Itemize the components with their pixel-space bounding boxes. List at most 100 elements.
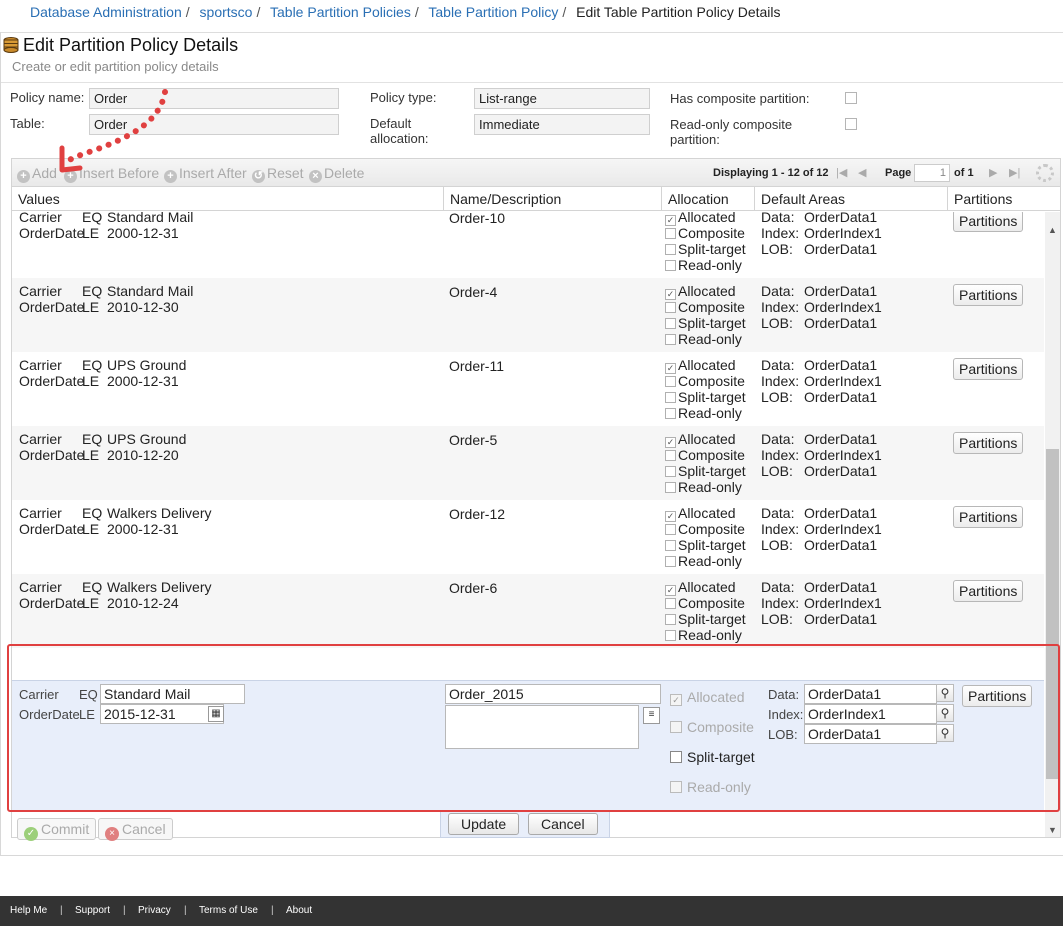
magnifier-icon[interactable]: ⚲ (936, 684, 954, 702)
insert-after-button[interactable]: + Insert After (164, 165, 247, 183)
edit-read-only-label: Read-only (687, 779, 751, 795)
column-header-partitions[interactable]: Partitions (948, 187, 1060, 211)
row-allocated: ✓ Allocated (665, 431, 736, 448)
table-row[interactable]: Carrier EQ Walkers Delivery OrderDate LE 2000… (12, 500, 1044, 574)
edit-composite-checkbox[interactable]: Composite (670, 719, 754, 735)
breadcrumb-table-partition-policy[interactable]: Table Partition Policy (428, 4, 558, 20)
readonly-composite-checkbox[interactable] (845, 118, 857, 130)
next-page-icon[interactable]: ▶ (989, 166, 997, 179)
row-index: OrderIndex1 (804, 373, 882, 389)
row-data: OrderData1 (804, 431, 878, 447)
table-row[interactable]: Carrier EQ Standard Mail OrderDate LE 2010-12… (12, 278, 1044, 352)
edit-cancel-button[interactable]: Cancel (528, 813, 598, 835)
column-header-values[interactable]: Values (12, 187, 444, 211)
row-field2: OrderDate (19, 373, 85, 389)
column-header-allocation[interactable]: Allocation (662, 187, 755, 211)
row-partitions-button[interactable]: Partitions (953, 212, 1024, 232)
row-read-only: Read-only (665, 553, 742, 569)
add-button[interactable]: + Add (17, 165, 57, 183)
table-row[interactable]: Carrier EQ Walkers Delivery OrderDate LE 2010… (12, 574, 1044, 648)
checkbox-icon (665, 392, 676, 403)
cancel-button[interactable]: × Cancel (98, 818, 173, 841)
row-field2: OrderDate (19, 521, 85, 537)
refresh-icon[interactable] (1036, 164, 1054, 182)
edit-read-only-checkbox[interactable]: Read-only (670, 779, 751, 795)
edit-value1-input[interactable]: Standard Mail (100, 684, 245, 704)
row-index-label: Index: (761, 225, 800, 241)
row-read-only: Read-only (665, 405, 742, 421)
edit-value2-input[interactable]: 2015-12-31 (100, 704, 224, 724)
footer-privacy-link[interactable]: Privacy (138, 905, 171, 916)
row-value2: 2010-12-30 (107, 299, 179, 315)
page-title: Edit Partition Policy Details (23, 35, 239, 55)
edit-split-target-checkbox[interactable]: Split-target (670, 749, 755, 765)
edit-index-label: Index: (768, 707, 804, 722)
reset-button[interactable]: ↺ Reset (252, 165, 304, 183)
magnifier-icon[interactable]: ⚲ (936, 704, 954, 722)
breadcrumb-table-partition-policies[interactable]: Table Partition Policies (270, 4, 411, 20)
checkbox-icon (665, 524, 676, 535)
column-header-default-areas[interactable]: Default Areas (755, 187, 948, 211)
breadcrumb-sportsco[interactable]: sportsco (200, 4, 253, 20)
row-composite-label: Composite (678, 521, 745, 537)
page-number-input[interactable]: 1 (914, 164, 950, 182)
row-read-only: Read-only (665, 331, 742, 347)
edit-index-input[interactable]: OrderIndex1 (804, 704, 937, 724)
row-name: Order-12 (449, 506, 506, 522)
edit-data-input[interactable]: OrderData1 (804, 684, 937, 704)
row-partitions-button[interactable]: Partitions (953, 506, 1024, 528)
edit-data-label: Data: (768, 687, 800, 702)
row-composite: Composite (665, 521, 745, 537)
footer-about-link[interactable]: About (286, 905, 312, 916)
edit-partitions-button[interactable]: Partitions (962, 685, 1033, 707)
magnifier-icon[interactable]: ⚲ (936, 724, 954, 742)
edit-field1-label: Carrier (19, 687, 59, 702)
last-page-icon[interactable]: ▶| (1009, 166, 1020, 179)
checkbox-icon (665, 482, 676, 493)
row-name: Order-4 (449, 284, 498, 300)
row-split-target: Split-target (665, 241, 746, 257)
edit-description-textarea[interactable] (445, 705, 639, 749)
edit-allocated-checkbox[interactable]: ✓ Allocated (670, 689, 745, 706)
row-op1: EQ (82, 212, 103, 225)
description-editor-icon[interactable]: ≡ (643, 707, 660, 724)
update-button[interactable]: Update (448, 813, 520, 835)
row-partitions-button[interactable]: Partitions (953, 580, 1024, 602)
delete-button[interactable]: × Delete (309, 165, 364, 183)
row-data: OrderData1 (804, 357, 878, 373)
scroll-up-icon[interactable]: ▲ (1048, 225, 1057, 235)
row-field1: Carrier (19, 283, 62, 299)
scroll-down-icon[interactable]: ▼ (1048, 825, 1057, 835)
row-partitions-button[interactable]: Partitions (953, 284, 1024, 306)
edit-name-input[interactable]: Order_2015 (445, 684, 661, 704)
row-op2: LE (82, 447, 100, 463)
insert-before-button[interactable]: + Insert Before (64, 165, 159, 183)
footer-help-link[interactable]: Help Me (10, 905, 47, 916)
row-composite: Composite (665, 225, 745, 241)
scrollbar-thumb[interactable] (1046, 449, 1059, 779)
calendar-icon[interactable]: ▦ (208, 706, 224, 722)
row-partitions-button[interactable]: Partitions (953, 432, 1024, 454)
row-split-target: Split-target (665, 315, 746, 331)
checkbox-box (670, 751, 682, 763)
row-read-only-label: Read-only (678, 257, 742, 273)
footer-support-link[interactable]: Support (75, 905, 110, 916)
row-allocated: ✓ Allocated (665, 505, 736, 522)
table-row[interactable]: Carrier EQ UPS Ground OrderDate LE 2010-12-20… (12, 426, 1044, 500)
checkbox-icon (665, 598, 676, 609)
column-header-name[interactable]: Name/Description (444, 187, 662, 211)
first-page-icon[interactable]: |◀ (836, 166, 847, 179)
table-row[interactable]: Carrier EQ UPS Ground OrderDate LE 2000-12-31… (12, 352, 1044, 426)
edit-composite-label: Composite (687, 719, 754, 735)
row-name: Order-11 (449, 358, 504, 374)
row-partitions-button[interactable]: Partitions (953, 358, 1024, 380)
has-composite-checkbox[interactable] (845, 92, 857, 104)
breadcrumb-database-administration[interactable]: Database Administration (30, 4, 182, 20)
row-lob: OrderData1 (804, 389, 878, 405)
edit-lob-input[interactable]: OrderData1 (804, 724, 937, 744)
footer-terms-link[interactable]: Terms of Use (199, 905, 258, 916)
has-composite-label: Has composite partition: (670, 91, 810, 106)
commit-button[interactable]: ✓ Commit (17, 818, 97, 841)
table-row[interactable]: Carrier EQ Standard Mail OrderDate LE 2000-12… (12, 212, 1044, 278)
prev-page-icon[interactable]: ◀ (858, 166, 866, 179)
